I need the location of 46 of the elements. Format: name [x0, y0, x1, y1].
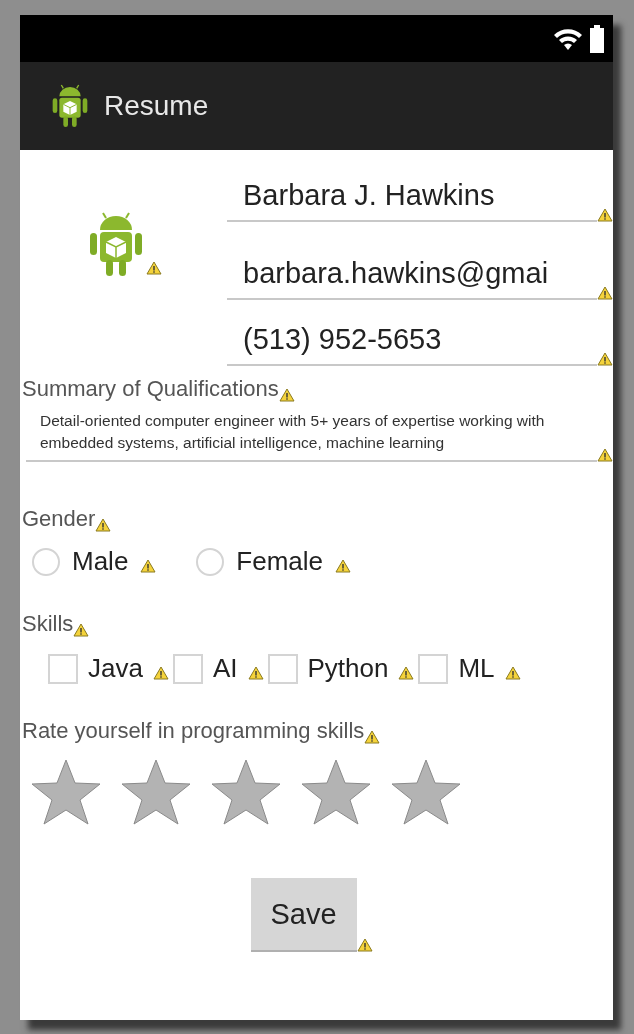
- star-icon[interactable]: [300, 758, 372, 826]
- checkbox[interactable]: [48, 653, 78, 684]
- checkbox-label[interactable]: Java: [88, 653, 143, 684]
- checkbox-label[interactable]: AI: [212, 653, 238, 684]
- app-title: Resume: [104, 90, 209, 122]
- checkbox[interactable]: [172, 653, 203, 684]
- save-button[interactable]: Save: [250, 878, 357, 952]
- text-field[interactable]: barbara.hawkins@gmai: [227, 257, 597, 300]
- section-label: Summary of Qualifications: [22, 376, 279, 402]
- warning-icon: [335, 559, 352, 573]
- radio-label[interactable]: Female: [236, 546, 324, 577]
- warning-icon: [152, 666, 169, 680]
- warning-icon: [95, 518, 112, 532]
- warning-icon: [145, 261, 162, 275]
- warning-icon: [504, 666, 521, 680]
- star-icon[interactable]: [30, 758, 102, 826]
- section-label: Gender: [22, 506, 96, 532]
- wifi-icon: [553, 26, 583, 51]
- warning-icon: [356, 938, 373, 952]
- warning-icon: [597, 448, 613, 462]
- checkbox[interactable]: [418, 653, 449, 684]
- star-icon[interactable]: [390, 758, 462, 826]
- warning-icon: [73, 623, 90, 637]
- warning-icon: [247, 666, 264, 680]
- section-label: Skills: [22, 611, 74, 637]
- text-field[interactable]: Barbara J. Hawkins: [227, 179, 597, 222]
- radio-button[interactable]: [32, 547, 60, 576]
- warning-icon: [278, 388, 295, 402]
- star-icon[interactable]: [120, 758, 192, 826]
- battery-icon: [589, 24, 605, 53]
- checkbox-label[interactable]: ML: [458, 653, 495, 684]
- warning-icon: [597, 352, 613, 366]
- app-logo-icon: [50, 83, 90, 129]
- radio-label[interactable]: Male: [72, 546, 129, 577]
- radio-button[interactable]: [196, 547, 225, 576]
- section-label: Rate yourself in programming skills: [22, 718, 365, 744]
- warning-icon: [364, 730, 381, 744]
- warning-icon: [597, 208, 613, 222]
- warning-icon: [597, 286, 613, 300]
- warning-icon: [140, 559, 157, 573]
- star-icon[interactable]: [210, 758, 282, 826]
- checkbox-label[interactable]: Python: [307, 653, 389, 684]
- warning-icon: [398, 666, 415, 680]
- checkbox[interactable]: [267, 653, 298, 684]
- summary-field[interactable]: Detail-oriented computer engineer with 5+ years of expertise working with embedded systems, artificial intelligence, machine learning: [26, 410, 597, 462]
- text-field[interactable]: (513) 952-5653: [227, 323, 597, 366]
